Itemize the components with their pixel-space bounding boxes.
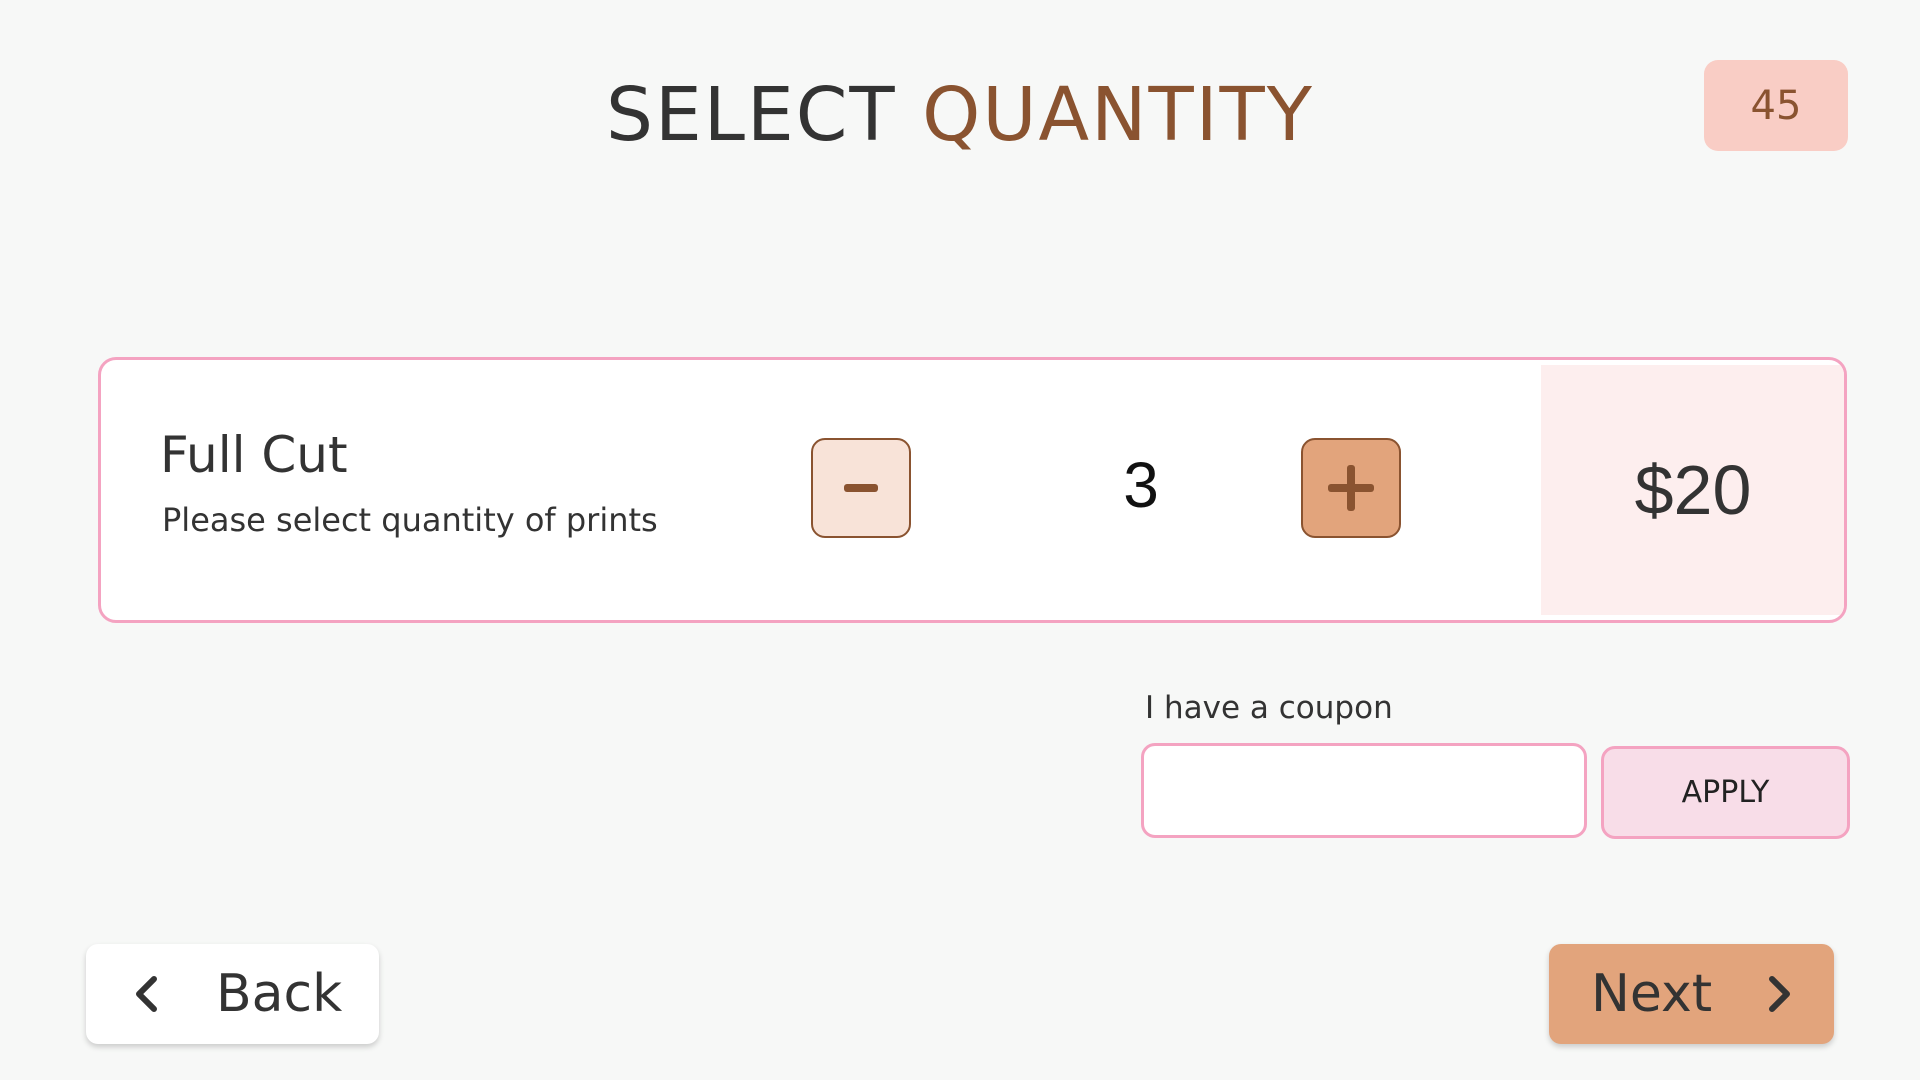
product-card: Full Cut Please select quantity of print…: [98, 357, 1847, 623]
increase-quantity-button[interactable]: [1301, 438, 1401, 538]
plus-icon: [1328, 465, 1374, 511]
decrease-quantity-button[interactable]: [811, 438, 911, 538]
page-title: SELECT QUANTITY: [0, 70, 1920, 160]
price-value: $20: [1634, 451, 1752, 529]
next-button-label: Next: [1591, 964, 1713, 1024]
back-button-label: Back: [216, 964, 343, 1024]
product-name: Full Cut: [160, 426, 348, 484]
countdown-timer-badge: 45: [1704, 60, 1848, 151]
coupon-label: I have a coupon: [1145, 690, 1393, 726]
chevron-right-icon: [1760, 974, 1800, 1014]
page-title-main: SELECT: [606, 72, 897, 158]
coupon-input[interactable]: [1141, 743, 1587, 838]
price-panel: $20: [1541, 365, 1844, 615]
chevron-left-icon: [126, 974, 166, 1014]
back-button[interactable]: Back: [86, 944, 379, 1044]
apply-coupon-button[interactable]: APPLY: [1601, 746, 1850, 839]
next-button[interactable]: Next: [1549, 944, 1834, 1044]
product-description: Please select quantity of prints: [162, 501, 658, 539]
quantity-value: 3: [1123, 449, 1159, 521]
page-title-accent: QUANTITY: [922, 72, 1314, 158]
minus-icon: [844, 484, 878, 492]
